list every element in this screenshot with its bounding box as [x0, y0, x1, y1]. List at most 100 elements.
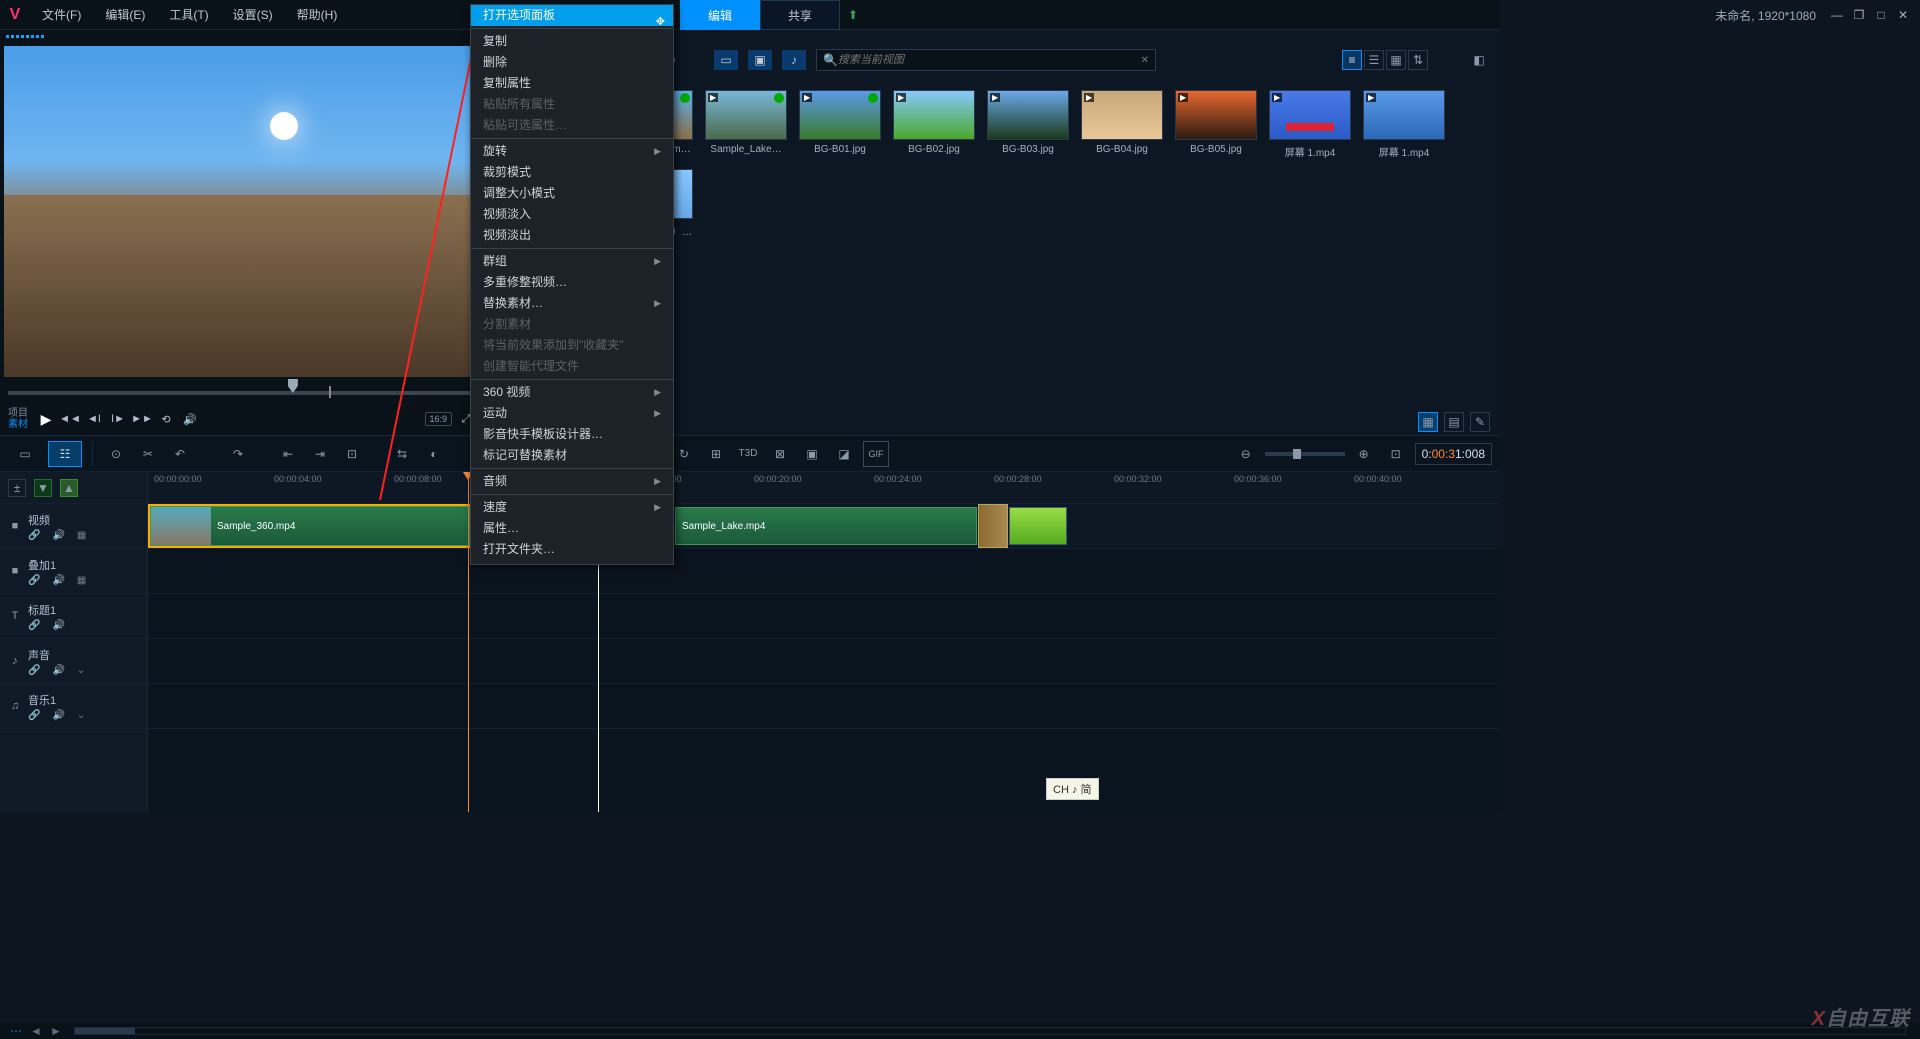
fx-3-button[interactable]: ⊞: [703, 441, 729, 467]
track-mute-icon[interactable]: 🔊: [52, 620, 64, 631]
scroll-right-button[interactable]: ►: [48, 1025, 64, 1037]
overlay-track-row[interactable]: [148, 549, 1500, 594]
voice-track-row[interactable]: [148, 639, 1500, 684]
track-header[interactable]: T标题1🔗🔊: [0, 594, 147, 639]
track-mute-icon[interactable]: 🔊: [52, 665, 64, 676]
loop-button[interactable]: ⟲: [156, 409, 176, 429]
close-button[interactable]: ✕: [1894, 8, 1912, 22]
mark-out-button[interactable]: ⇥: [307, 441, 333, 467]
library-thumbnail[interactable]: ▶屏幕 1.mp4: [1362, 90, 1446, 159]
mark-in-button[interactable]: ⇤: [275, 441, 301, 467]
color-button[interactable]: ◐: [421, 441, 447, 467]
cut-button[interactable]: ✂: [135, 441, 161, 467]
track-mute-icon[interactable]: 🔊: [52, 575, 64, 586]
transition-clip[interactable]: [978, 504, 1008, 548]
scroll-thumb[interactable]: [75, 1028, 135, 1034]
tab-edit[interactable]: 编辑: [680, 0, 760, 30]
fx-6-button[interactable]: ▣: [799, 441, 825, 467]
menu-settings[interactable]: 设置(S): [221, 0, 285, 30]
video-track-row[interactable]: Sample_360.mp4 Sample_Lake.mp4: [148, 504, 1500, 549]
context-menu-item[interactable]: 群组▶: [471, 251, 673, 272]
aspect-ratio[interactable]: 16:9: [425, 412, 453, 426]
undo-button[interactable]: ↶: [167, 441, 193, 467]
search-clear[interactable]: ✕: [1141, 55, 1149, 66]
track-header[interactable]: ♪声音🔗🔊⌄: [0, 639, 147, 684]
track-grid-icon[interactable]: ▦: [77, 575, 86, 586]
title-3d-button[interactable]: T3D: [735, 441, 761, 467]
context-menu-item[interactable]: 属性…: [471, 518, 673, 539]
context-menu-item[interactable]: 打开选项面板✥: [471, 5, 673, 26]
clip-sample-360[interactable]: Sample_360.mp4: [150, 506, 470, 546]
title-track-row[interactable]: [148, 594, 1500, 639]
volume-button[interactable]: 🔊: [180, 409, 200, 429]
music-track-row[interactable]: [148, 684, 1500, 729]
track-chevron-icon[interactable]: ⌄: [77, 665, 85, 676]
fx-7-button[interactable]: ◪: [831, 441, 857, 467]
zoom-out-button[interactable]: ⊖: [1233, 441, 1259, 467]
maximize-button[interactable]: □: [1872, 8, 1890, 22]
fx-2-button[interactable]: ↻: [671, 441, 697, 467]
track-link-icon[interactable]: 🔗: [28, 575, 40, 586]
horizontal-scrollbar[interactable]: ⋯ ◄ ►: [0, 1023, 1920, 1039]
next-frame-button[interactable]: I►: [108, 409, 128, 429]
prev-frame-button[interactable]: ◄I: [84, 409, 104, 429]
context-menu-item[interactable]: 标记可替换素材: [471, 445, 673, 466]
minimize-button[interactable]: —: [1828, 8, 1846, 22]
slip-button[interactable]: ⇆: [389, 441, 415, 467]
filter-audio-button[interactable]: ♪: [782, 50, 806, 70]
library-thumbnail[interactable]: ▶BG-B03.jpg: [986, 90, 1070, 159]
filter-video-button[interactable]: ▭: [714, 50, 738, 70]
zoom-slider[interactable]: [1265, 452, 1345, 456]
menu-help[interactable]: 帮助(H): [285, 0, 350, 30]
bottom-view-3[interactable]: ✎: [1470, 412, 1490, 432]
library-thumbnail[interactable]: ▶Sample_Lake…: [704, 90, 788, 159]
end-button[interactable]: ►►: [132, 409, 152, 429]
timeline-timecode[interactable]: 0:00:31:008: [1415, 443, 1492, 465]
context-menu-item[interactable]: 音频▶: [471, 471, 673, 492]
track-header[interactable]: ■叠加1🔗🔊▦: [0, 549, 147, 594]
filter-image-button[interactable]: ▣: [748, 50, 772, 70]
track-chevron-icon[interactable]: ⌄: [77, 710, 85, 721]
clip-sample-lake[interactable]: Sample_Lake.mp4: [675, 507, 977, 545]
play-button[interactable]: ▶: [36, 409, 56, 429]
collapse-button[interactable]: ▼: [34, 479, 52, 497]
context-menu-item[interactable]: 复制属性: [471, 73, 673, 94]
track-link-icon[interactable]: 🔗: [28, 665, 40, 676]
library-thumbnail[interactable]: ▶BG-B04.jpg: [1080, 90, 1164, 159]
track-link-icon[interactable]: 🔗: [28, 620, 40, 631]
zoom-fit-button[interactable]: ⊡: [1383, 441, 1409, 467]
view-list-button[interactable]: ≡: [1342, 50, 1362, 70]
context-menu-item[interactable]: 视频淡出: [471, 225, 673, 246]
image-clip[interactable]: [1009, 507, 1067, 545]
search-box[interactable]: 🔍 ✕: [816, 49, 1156, 71]
menu-tools[interactable]: 工具(T): [157, 0, 220, 30]
context-menu-item[interactable]: 旋转▶: [471, 141, 673, 162]
track-link-icon[interactable]: 🔗: [28, 530, 40, 541]
track-mute-icon[interactable]: 🔊: [52, 530, 64, 541]
context-menu-item[interactable]: 调整大小模式: [471, 183, 673, 204]
storyboard-mode-button[interactable]: ▭: [8, 441, 42, 467]
expand-button[interactable]: ▲: [60, 479, 78, 497]
bottom-view-1[interactable]: ▦: [1418, 412, 1438, 432]
gif-button[interactable]: GIF: [863, 441, 889, 467]
fit-button[interactable]: ⊡: [339, 441, 365, 467]
scroll-left-button[interactable]: ◄: [28, 1025, 44, 1037]
search-input[interactable]: [838, 54, 1141, 66]
view-details-button[interactable]: ☰: [1364, 50, 1384, 70]
context-menu-item[interactable]: 替换素材…▶: [471, 293, 673, 314]
bottom-view-2[interactable]: ▤: [1444, 412, 1464, 432]
view-grid-button[interactable]: ▦: [1386, 50, 1406, 70]
track-mute-icon[interactable]: 🔊: [52, 710, 64, 721]
sort-button[interactable]: ⇅: [1408, 50, 1428, 70]
tab-share[interactable]: 共享: [760, 0, 840, 30]
track-header[interactable]: ♫音乐1🔗🔊⌄: [0, 684, 147, 729]
context-menu-item[interactable]: 打开文件夹…: [471, 539, 673, 560]
zoom-in-button[interactable]: ⊕: [1351, 441, 1377, 467]
track-area[interactable]: 00:00:00:0000:00:04:0000:00:08:0000:00:1…: [148, 472, 1500, 812]
context-menu-item[interactable]: 复制: [471, 31, 673, 52]
record-button[interactable]: ⊙: [103, 441, 129, 467]
context-menu-item[interactable]: 视频淡入: [471, 204, 673, 225]
menu-file[interactable]: 文件(F): [30, 0, 93, 30]
context-menu-item[interactable]: 删除: [471, 52, 673, 73]
scroll-options-icon[interactable]: ⋯: [8, 1025, 24, 1037]
